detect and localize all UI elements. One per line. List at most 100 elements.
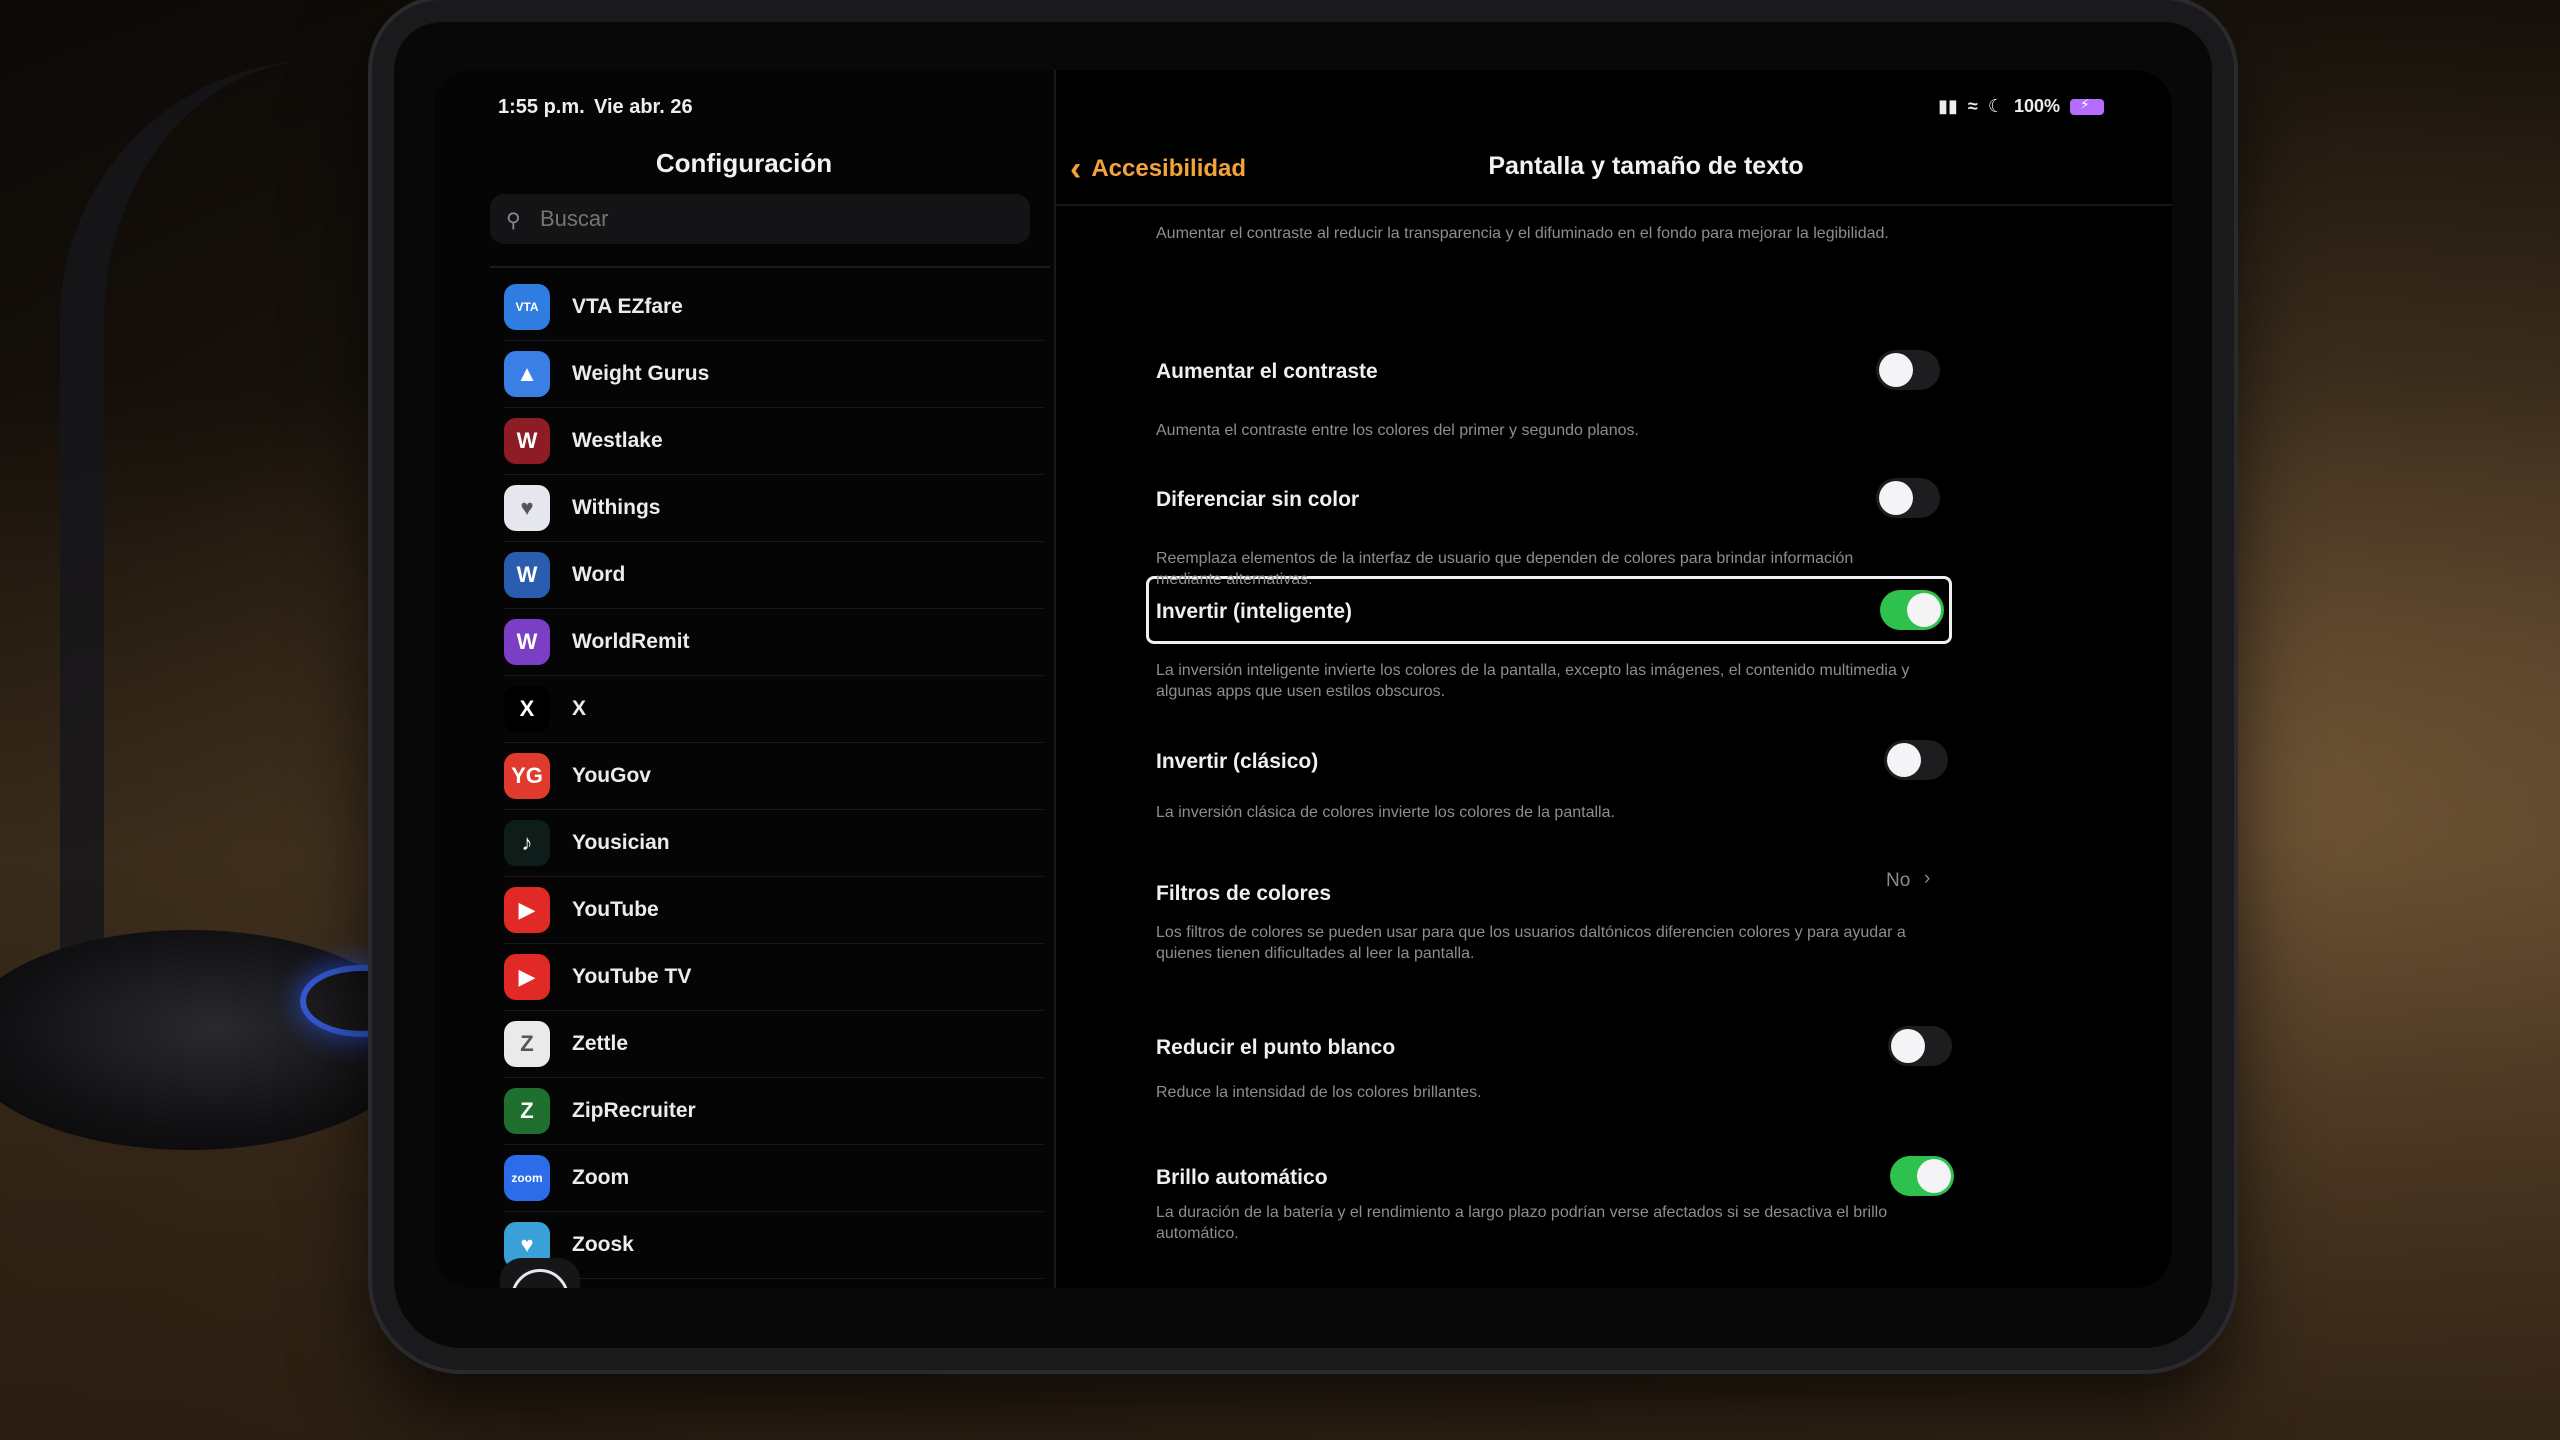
sidebar-item-label: Word [572,563,626,586]
wifi-icon: ≈ [1967,96,1978,116]
app-icon: W [504,418,550,464]
setting-row-differentiate-without-color[interactable]: Diferenciar sin color [1156,488,1936,512]
sidebar-item-label: YouGov [572,764,651,787]
search-input[interactable] [538,205,1022,233]
app-icon: ♪ [504,820,550,866]
app-icon: Z [504,1021,550,1067]
sidebar-item-westlake[interactable]: W Westlake [504,408,1044,475]
sidebar-item-label: WorldRemit [572,630,690,653]
auto-brightness-toggle[interactable] [1890,1156,1954,1196]
setting-row-classic-invert[interactable]: Invertir (clásico) [1156,750,1936,774]
moon-icon: ☾ [1987,96,2004,116]
tablet-frame: 1:55 p.m. Vie abr. 26 Configuración ⚲ VT… [372,0,2234,1370]
sidebar-item-word[interactable]: W Word [504,542,1044,609]
setting-row-auto-brightness[interactable]: Brillo automático [1156,1166,1936,1190]
app-icon: ▲ [504,351,550,397]
app-icon: ▶ [504,887,550,933]
setting-description: Aumenta el contraste entre los colores d… [1156,422,1639,439]
sidebar-item-zoosk[interactable]: ♥ Zoosk [504,1212,1044,1279]
sidebar-item-label: Withings [572,496,661,519]
intro-text: Aumentar el contraste al reducir la tran… [1156,225,1889,242]
sidebar-item-label: Yousician [572,831,670,854]
sidebar-item-withings[interactable]: ♥ Withings [504,475,1044,542]
setting-description: La inversión clásica de colores invierte… [1156,804,1615,821]
sidebar-item-youtube-tv[interactable]: ▶ YouTube TV [504,944,1044,1011]
sidebar-item-label: Westlake [572,429,663,452]
sidebar-title: Configuración [655,148,833,178]
sidebar-item-youtube[interactable]: ▶ YouTube [504,877,1044,944]
chevron-right-icon: › [1924,868,1931,889]
status-indicators: ▮▮ ≈ ☾ 100% [1938,96,2104,117]
app-icon: ♥ [504,485,550,531]
setting-row-reduce-white-point[interactable]: Reducir el punto blanco [1156,1036,1936,1060]
sidebar-item-label: X [572,697,587,720]
setting-label: Reducir el punto blanco [1156,1036,1396,1059]
setting-label: Invertir (inteligente) [1156,600,1353,623]
signal-icon: ▮▮ [1938,96,1958,116]
tablet-screen: 1:55 p.m. Vie abr. 26 Configuración ⚲ VT… [434,70,2172,1288]
setting-description: Reemplaza elementos de la interfaz de us… [1156,550,1854,588]
setting-row-color-filters[interactable]: Filtros de colores [1156,882,1936,906]
search-icon: ⚲ [506,210,521,232]
status-date: Vie abr. 26 [594,96,693,118]
sidebar-item-zettle[interactable]: Z Zettle [504,1011,1044,1078]
app-list: VTA VTA EZfare ▲ Weight Gurus W Westlake ♥ With… [504,274,1044,1279]
app-icon: W [504,552,550,598]
settings-sidebar: 1:55 p.m. Vie abr. 26 Configuración ⚲ VT… [434,70,1056,1288]
app-icon: Z [504,1088,550,1134]
page-title: Pantalla y tamaño de texto [1488,152,1804,180]
setting-label: Aumentar el contraste [1156,360,1378,383]
app-icon: X [504,686,550,732]
sidebar-item-label: VTA EZfare [572,295,683,318]
sidebar-item-x[interactable]: XX [504,676,1044,743]
sidebar-item-label: ZipRecruiter [572,1099,696,1122]
header-divider [1056,204,2172,206]
sidebar-item-label: Zoosk [572,1233,634,1256]
setting-row-increase-contrast[interactable]: Aumentar el contraste [1156,360,1936,384]
back-button[interactable]: ‹ Accesibilidad [1070,152,1246,186]
setting-description: La inversión inteligente invierte los co… [1156,662,1910,700]
sidebar-item-ziprecruiter[interactable]: Z ZipRecruiter [504,1078,1044,1145]
sidebar-item-zoom[interactable]: zoom Zoom [504,1145,1044,1212]
sidebar-item-yougov[interactable]: YG YouGov [504,743,1044,810]
toggle-knob [1917,1159,1951,1193]
increase-contrast-toggle[interactable] [1876,350,1940,390]
battery-icon [2070,96,2104,115]
app-icon: ▶ [504,954,550,1000]
toggle-knob [1891,1029,1925,1063]
app-icon: zoom [504,1155,550,1201]
sidebar-item-label: Zoom [572,1166,630,1189]
smart-invert-toggle[interactable] [1880,590,1944,630]
setting-label: Invertir (clásico) [1156,750,1319,773]
status-time: 1:55 p.m. [498,96,585,118]
app-icon: W [504,619,550,665]
classic-invert-toggle[interactable] [1884,740,1948,780]
back-label: Accesibilidad [1091,155,1247,182]
chevron-left-icon: ‹ [1070,150,1082,188]
setting-label: Brillo automático [1156,1166,1328,1189]
setting-label: Filtros de colores [1156,882,1332,905]
sidebar-divider [490,266,1050,268]
sidebar-item-label: YouTube TV [572,965,692,988]
battery-percent: 100% [2013,96,2060,116]
setting-description: La duración de la batería y el rendimien… [1156,1204,1888,1242]
color-filters-value: No [1886,870,1911,891]
search-field[interactable]: ⚲ [490,194,1030,244]
toggle-knob [1879,481,1913,515]
toggle-knob [1907,593,1941,627]
setting-row-smart-invert[interactable]: Invertir (inteligente) [1156,600,1936,624]
sidebar-item-weight-gurus[interactable]: ▲ Weight Gurus [504,341,1044,408]
sidebar-item-worldremit[interactable]: W WorldRemit [504,609,1044,676]
toggle-knob [1887,743,1921,777]
sidebar-item-yousician[interactable]: ♪ Yousician [504,810,1044,877]
reduce-white-point-toggle[interactable] [1888,1026,1952,1066]
differentiate-without-color-toggle[interactable] [1876,478,1940,518]
sidebar-item-label: Weight Gurus [572,362,710,385]
sidebar-item-label: YouTube [572,898,659,921]
setting-label: Diferenciar sin color [1156,488,1360,511]
expand-sidebar-button[interactable]: › [500,1258,580,1288]
sidebar-item-label: Zettle [572,1032,629,1055]
sidebar-item-vta-ezfare[interactable]: VTA VTA EZfare [504,274,1044,341]
app-icon: VTA [504,284,550,330]
app-icon: YG [504,753,550,799]
